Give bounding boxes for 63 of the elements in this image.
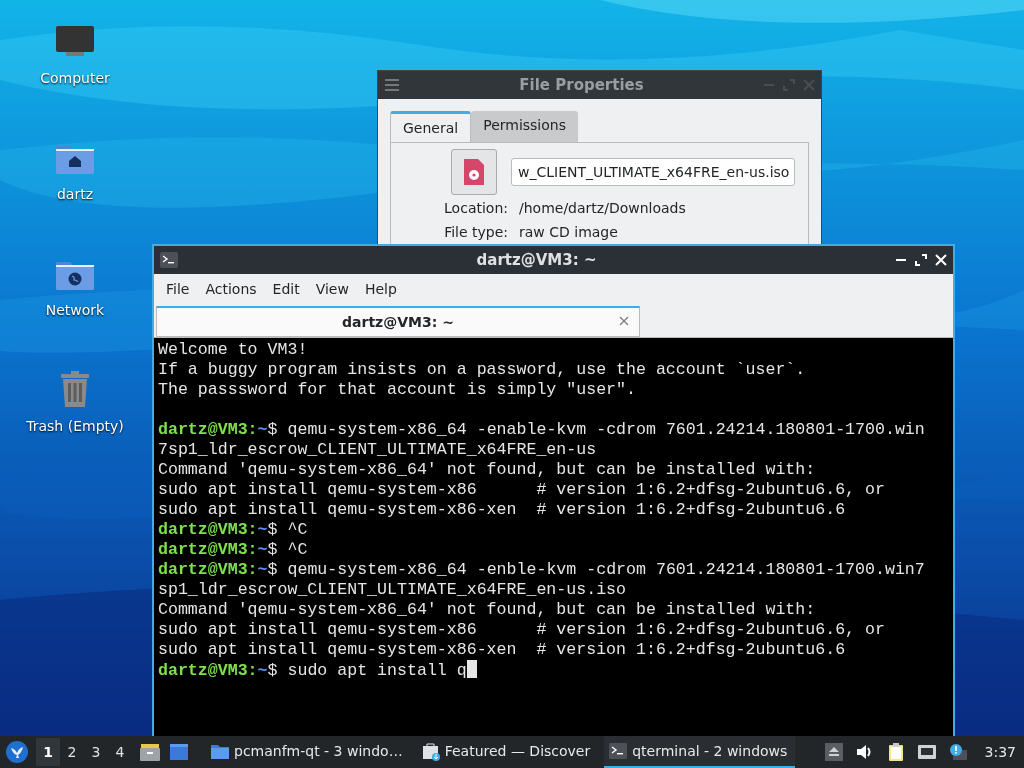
icon-button[interactable]: [451, 149, 497, 195]
terminal-line: If a buggy program insists on a password, use the account `user`.: [158, 360, 807, 380]
shopping-bag-icon: [420, 741, 441, 761]
window-title: dartz@VM3: ~: [475, 251, 598, 269]
desktop-icon-label[interactable]: Trash (Empty): [26, 418, 124, 434]
prompt-user: dartz@VM3:: [158, 661, 258, 680]
desktop-switch[interactable]: 1: [36, 738, 60, 766]
menu-item[interactable]: Help: [356, 280, 405, 297]
task-button[interactable]: pcmanfm-qt - 3 windo…: [206, 736, 411, 768]
terminal-icon: [608, 741, 629, 761]
bird-logo-icon[interactable]: [6, 741, 28, 763]
disc-file-icon: [462, 158, 486, 186]
tab[interactable]: Permissions: [471, 111, 578, 142]
prompt-path: ~: [257, 560, 268, 579]
terminal-line: Welcome to VM3!: [158, 340, 309, 360]
file-cabinet-icon[interactable]: [139, 741, 161, 763]
desktop-switch[interactable]: 4: [108, 738, 132, 766]
tab[interactable]: General: [390, 111, 472, 142]
prompt-user: dartz@VM3:: [158, 420, 258, 439]
field-label: Location:: [443, 200, 509, 216]
tab[interactable]: dartz@VM3: ~: [156, 306, 640, 337]
command-text: $ ^C: [267, 520, 308, 539]
prompt-path: ~: [257, 520, 268, 539]
terminal-icon[interactable]: [160, 252, 178, 268]
desktop-switch[interactable]: 3: [84, 738, 108, 766]
prompt-user: dartz@VM3:: [158, 520, 258, 539]
menu-item[interactable]: View: [307, 280, 357, 297]
desktop-icon-label[interactable]: Network: [45, 302, 105, 318]
menu-icon[interactable]: [384, 77, 400, 93]
prompt-path: ~: [257, 420, 268, 439]
notification-icon[interactable]: [947, 742, 968, 762]
window-title: File Properties: [518, 76, 645, 94]
task-button[interactable]: Featured — Discover: [416, 736, 599, 768]
eject-icon[interactable]: [823, 742, 844, 762]
prompt-user: dartz@VM3:: [158, 560, 258, 579]
task-button[interactable]: qterminal - 2 windows: [604, 736, 796, 768]
command-text: $ ^C: [267, 540, 308, 559]
field-value: /home/dartz/Downloads: [519, 200, 686, 216]
terminal-line: sudo apt install qemu-system-x86-xen # version 1:6.2+dfsg-2ubuntu6.6: [158, 640, 847, 660]
clock[interactable]: 3:37: [984, 744, 1016, 760]
terminal-line: 7sp1_ldr_escrow_CLIENT_ULTIMATE_x64FRE_en-us: [158, 440, 598, 460]
command-text: $ qemu-system-x86_64 -enble-kvm -cdrom 7601.24214.180801-1700.win7: [267, 560, 925, 579]
menu-item[interactable]: File: [158, 280, 198, 297]
terminal-line: sp1_ldr_escrow_CLIENT_ULTIMATE_x64FRE_en-us.iso: [158, 580, 628, 600]
field-label: File type:: [443, 224, 509, 240]
menu-item[interactable]: Actions: [197, 280, 265, 297]
terminal-line: sudo apt install qemu-system-x86 # version 1:6.2+dfsg-2ubuntu6.6, or: [158, 620, 886, 640]
window-icon[interactable]: [168, 741, 190, 763]
desktop-switch[interactable]: 2: [60, 738, 84, 766]
terminal-line: The passsword for that account is simply "user".: [158, 380, 637, 400]
terminal-line: Command 'qemu-system-x86_64' not found, but can be installed with:: [158, 600, 817, 620]
prompt-path: ~: [257, 661, 268, 680]
name-field[interactable]: w_CLIENT_ULTIMATE_x64FRE_en-us.iso: [511, 158, 795, 186]
command-text: $ qemu-system-x86_64 -enable-kvm -cdrom 7601.24214.180801-1700.win: [267, 420, 925, 439]
terminal-line: Command 'qemu-system-x86_64' not found, but can be installed with:: [158, 460, 817, 480]
prompt-user: dartz@VM3:: [158, 540, 258, 559]
prompt-path: ~: [257, 540, 268, 559]
field-value: raw CD image: [519, 224, 618, 240]
menu-item[interactable]: Edit: [264, 280, 308, 297]
network-port-icon[interactable]: [916, 742, 937, 762]
terminal-line: sudo apt install qemu-system-x86 # version 1:6.2+dfsg-2ubuntu6.6, or: [158, 480, 886, 500]
command-text: $ sudo apt install q: [267, 661, 467, 680]
terminal-line: sudo apt install qemu-system-x86-xen # version 1:6.2+dfsg-2ubuntu6.6: [158, 500, 847, 520]
